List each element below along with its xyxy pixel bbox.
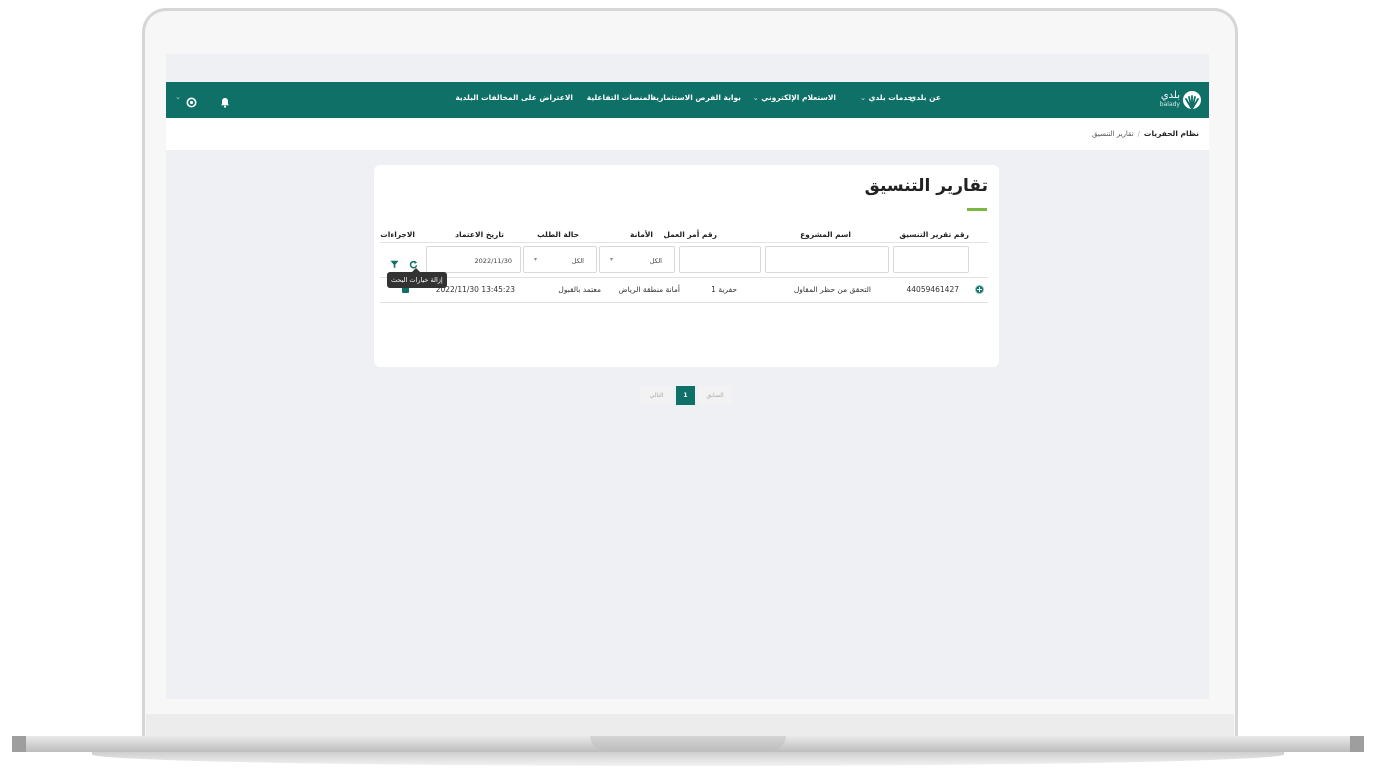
chevron-down-icon[interactable]: ⌄: [175, 93, 181, 101]
pagination-current[interactable]: 1: [676, 386, 695, 405]
header-divider: [380, 242, 988, 243]
page-title: تقارير التنسيق: [864, 176, 988, 196]
cell-work-order: حفرية 1: [711, 285, 737, 294]
header-work-order: رقم أمر العمل: [663, 230, 717, 239]
reports-card: تقارير التنسيق رقم تقرير التنسيق اسم الم…: [374, 165, 999, 405]
nav-item-investment-portal[interactable]: بوابة الفرص الاستثمارية: [652, 93, 741, 102]
browser-screen: بلدي balady عن بلدي ⌄ خدمات بلدي ⌄ الاست…: [166, 54, 1209, 699]
filter-approval-date-value: 2022/11/30: [474, 257, 512, 265]
filter-amana-value: الكل: [649, 257, 662, 265]
header-report-no: رقم تقرير التنسيق: [899, 230, 969, 239]
title-accent: [967, 208, 987, 211]
filter-icon[interactable]: [390, 254, 399, 273]
top-nav: بلدي balady عن بلدي ⌄ خدمات بلدي ⌄ الاست…: [166, 82, 1209, 118]
cell-project-name: التحقق من حظر المقاول: [793, 285, 871, 294]
filter-status-select[interactable]: الكل ▾: [523, 246, 597, 273]
filter-status-value: الكل: [571, 257, 584, 265]
chevron-down-icon: ⌄: [752, 94, 759, 102]
nav-item-about[interactable]: عن بلدي: [909, 93, 941, 102]
pagination-prev[interactable]: السابق: [698, 386, 732, 405]
chevron-down-icon: ⌄: [860, 94, 866, 102]
header-actions: الاجراءات: [380, 230, 415, 239]
header-amana: الأمانة: [630, 230, 653, 239]
logo-english: balady: [1159, 101, 1180, 108]
cell-approval-date: 2022/11/30 13:45:23: [435, 285, 515, 294]
nav-item-interactive-platforms[interactable]: المنصات التفاعلية: [587, 93, 653, 102]
expand-row-icon[interactable]: [975, 285, 984, 294]
filter-amana-select[interactable]: الكل ▾: [599, 246, 675, 273]
filter-report-no-input[interactable]: [893, 246, 969, 273]
clear-search-tooltip: إزالة خيارات البحث: [387, 272, 447, 288]
screen-bezel: [146, 714, 1234, 736]
breadcrumb: نظام الحفريات/تقارير التنسيق: [1092, 129, 1199, 138]
header-status: حالة الطلب: [537, 230, 579, 239]
cell-status: معتمد بالقبول: [558, 285, 601, 294]
header-project-name: اسم المشروع: [800, 230, 851, 239]
bell-icon[interactable]: [220, 93, 230, 112]
nav-item-violations-objection[interactable]: الاعتراض على المخالفات البلدية: [455, 93, 573, 102]
cell-report-no: 44059461427: [906, 285, 960, 294]
cell-amana: أمانة منطقة الرياض: [618, 285, 680, 294]
nav-item-e-inquiry[interactable]: ⌄ الاستعلام الإلكتروني: [750, 93, 836, 102]
filter-project-name-input[interactable]: [765, 246, 889, 273]
filter-work-order-input[interactable]: [679, 246, 761, 273]
balady-logo[interactable]: بلدي balady: [1160, 88, 1201, 112]
logo-icon: [1183, 91, 1201, 109]
globe-icon[interactable]: [186, 93, 197, 112]
chevron-down-icon: ▾: [534, 256, 538, 263]
nav-item-services[interactable]: ⌄ خدمات بلدي: [857, 93, 913, 102]
pagination-next[interactable]: التالي: [640, 386, 673, 405]
laptop-notch: [590, 736, 786, 750]
breadcrumb-current: تقارير التنسيق: [1092, 130, 1134, 138]
laptop-base: [12, 736, 1364, 774]
breadcrumb-bar: نظام الحفريات/تقارير التنسيق: [166, 118, 1209, 150]
breadcrumb-root[interactable]: نظام الحفريات: [1144, 129, 1199, 138]
header-approval-date: تاريخ الاعتماد: [455, 230, 504, 239]
chevron-down-icon: ▾: [610, 256, 614, 263]
filter-approval-date-input[interactable]: 2022/11/30: [426, 246, 521, 273]
